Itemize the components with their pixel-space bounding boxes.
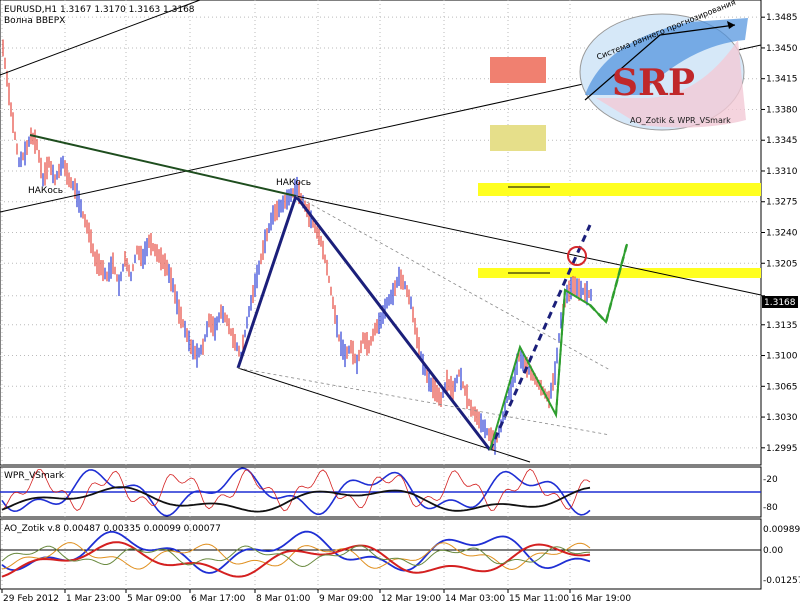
y-tick-label: 1.3240 (766, 229, 798, 239)
ao-level-top: 0.00989 (763, 525, 800, 535)
yellow-band-upper (478, 183, 761, 196)
symbol-header: EURUSD,H1 1.3167 1.3170 1.3163 1.3168 (4, 5, 195, 15)
y-tick-label: 1.3065 (766, 382, 798, 392)
y-tick-label: 1.3345 (766, 136, 798, 146)
wave-label: Волна ВВЕРХ (4, 16, 65, 26)
x-tick-label: 1 Mar 23:00 (66, 594, 121, 604)
y-tick-label: 1.3100 (766, 352, 798, 362)
x-tick-label: 15 Mar 11:00 (509, 594, 569, 604)
y-tick-label: 1.3485 (766, 13, 798, 23)
y-tick-label: 1.3310 (766, 167, 798, 177)
time-axis: 29 Feb 2012 1 Mar 23:00 5 Mar 09:00 6 Mar 1… (1, 589, 631, 604)
logo-bottom-text: AO_Zotik & WPR_VSmark (630, 116, 731, 125)
x-tick-label: 9 Mar 09:00 (319, 594, 374, 604)
y-tick-label: 1.3135 (766, 321, 798, 331)
logo-srp: SRP (612, 62, 695, 104)
nak-label-1: НАКось (28, 186, 63, 196)
y-tick-label: 1.3205 (766, 259, 798, 269)
x-tick-label: 14 Mar 03:00 (445, 594, 505, 604)
y-tick-label: 1.3030 (766, 413, 798, 423)
y-tick-label: 1.3380 (766, 105, 798, 115)
y-tick-label: 1.2995 (766, 444, 798, 454)
x-tick-label: 16 Mar 19:00 (571, 594, 631, 604)
khaki-zone (490, 125, 546, 151)
salmon-zone (490, 57, 546, 83)
current-price-value: 1.3168 (764, 298, 796, 308)
x-tick-label: 6 Mar 17:00 (191, 594, 246, 604)
x-tick-label: 8 Mar 01:00 (256, 594, 311, 604)
x-tick-label: 5 Mar 09:00 (127, 594, 182, 604)
chart-window: WPR_VSmark -20 -80 AO_Zotik v.8 0.00487 0.… (0, 0, 800, 606)
y-tick-label: 1.3415 (766, 75, 798, 85)
nak-label-2: НАКось (276, 178, 311, 188)
x-tick-label: 29 Feb 2012 (3, 594, 59, 604)
y-tick-label: 1.3275 (766, 198, 798, 208)
x-tick-label: 12 Mar 19:00 (381, 594, 441, 604)
price-axis: 1.3485 1.3450 1.3415 1.3380 1.3345 1.3310 1.32… (761, 13, 798, 454)
wpr-level-20: -20 (763, 475, 778, 485)
chart-canvas: WPR_VSmark -20-80 AO_Zotik v.8 0.00487 0.… (0, 0, 800, 604)
wpr-level-80: -80 (763, 503, 778, 513)
ao-level-zero: 0.00 (763, 546, 783, 556)
y-tick-label: 1.3450 (766, 44, 798, 54)
ao-level-bottom: -0.01257 (763, 576, 800, 586)
